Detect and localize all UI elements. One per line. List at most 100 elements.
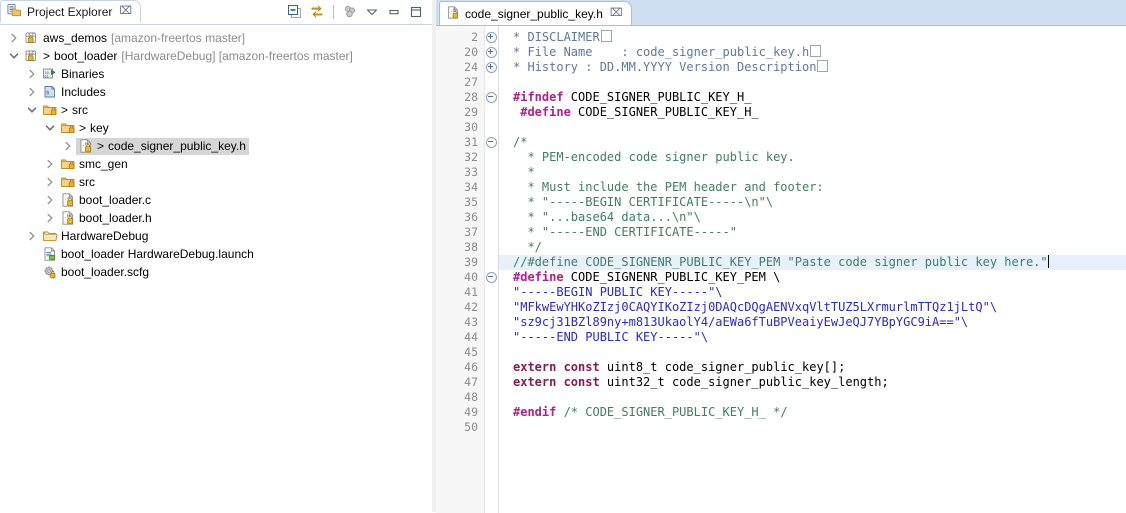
chevron-right-icon[interactable] (6, 30, 22, 46)
tree-row-content[interactable]: .hboot_loader.h (58, 210, 155, 227)
fold-expand-icon[interactable] (486, 32, 497, 43)
tree-row[interactable]: 1001Binaries (0, 65, 432, 83)
code-line[interactable]: * "-----BEGIN CERTIFICATE-----\n"\ (499, 195, 1126, 210)
tree-row-content[interactable]: .cboot_loader.c (58, 192, 154, 209)
minimize-button[interactable] (384, 2, 404, 22)
text-caret (1048, 255, 1049, 268)
chevron-right-icon[interactable] (60, 138, 76, 154)
tree-row[interactable]: boot_loader HardwareDebug.launch (0, 245, 432, 263)
chevron-down-icon[interactable] (24, 102, 40, 118)
code-line[interactable]: #define CODE_SIGNENR_PUBLIC_KEY_PEM \ (499, 270, 1126, 285)
tree-row-content[interactable]: boot_loader HardwareDebug.launch (40, 246, 257, 263)
folding-gutter[interactable] (484, 26, 498, 513)
folded-region-icon[interactable] (817, 60, 828, 72)
code-line[interactable] (499, 345, 1126, 360)
tab-code-signer-public-key-h[interactable]: .h code_signer_public_key.h ⌧ (439, 1, 632, 25)
code-line[interactable]: "-----BEGIN PUBLIC KEY-----"\ (499, 285, 1126, 300)
folded-region-icon[interactable] (810, 45, 821, 57)
chevron-right-icon[interactable] (42, 156, 58, 172)
code-line[interactable]: * DISCLAIMER (499, 30, 1126, 45)
code-line[interactable]: extern const uint8_t code_signer_public_… (499, 360, 1126, 375)
code-line[interactable]: #endif /* CODE_SIGNER_PUBLIC_KEY_H_ */ (499, 405, 1126, 420)
code-line[interactable]: * "...base64 data...\n"\ (499, 210, 1126, 225)
chevron-right-icon[interactable] (42, 174, 58, 190)
code-line[interactable]: * PEM-encoded code signer public key. (499, 150, 1126, 165)
code-line[interactable]: * "-----END CERTIFICATE-----" (499, 225, 1126, 240)
tree-row[interactable]: caws_demos[amazon-freertos master] (0, 29, 432, 47)
tree-row[interactable]: .hboot_loader.h (0, 209, 432, 227)
chevron-right-icon[interactable] (42, 192, 58, 208)
code-line[interactable] (499, 120, 1126, 135)
code-line-current[interactable]: //#define CODE_SIGNENR_PUBLIC_KEY_PEM "P… (499, 255, 1126, 270)
tree-row-content[interactable]: hIncludes (40, 84, 109, 101)
folding-marker-cell[interactable] (485, 30, 498, 45)
code-line[interactable]: #define CODE_SIGNER_PUBLIC_KEY_H_ (499, 105, 1126, 120)
code-line[interactable]: #ifndef CODE_SIGNER_PUBLIC_KEY_H_ (499, 90, 1126, 105)
chevron-right-icon[interactable] (42, 210, 58, 226)
code-line[interactable]: "sz9cj31BZl89ny+m813UkaolY4/aEWa6fTuBPVe… (499, 315, 1126, 330)
tree-row[interactable]: c>boot_loader[HardwareDebug] [amazon-fre… (0, 47, 432, 65)
fold-collapse-icon[interactable] (486, 92, 497, 103)
folding-marker-cell[interactable] (485, 90, 498, 105)
code-text-area[interactable]: * DISCLAIMER* File Name : code_signer_pu… (499, 26, 1126, 513)
code-line[interactable]: /* (499, 135, 1126, 150)
tree-row-content[interactable]: .h>code_signer_public_key.h (76, 138, 249, 155)
code-editor[interactable]: 2202427282930313233343536373839404142434… (436, 26, 1126, 513)
code-line[interactable]: * File Name : code_signer_public_key.h (499, 45, 1126, 60)
code-line[interactable]: */ (499, 240, 1126, 255)
collapse-all-button[interactable] (285, 2, 305, 22)
code-line[interactable]: * History : DD.MM.YYYY Version Descripti… (499, 60, 1126, 75)
tree-row-content[interactable]: >src (40, 102, 91, 119)
chevron-down-icon[interactable] (6, 48, 22, 64)
tree-row[interactable]: HardwareDebug (0, 227, 432, 245)
tree-row-content[interactable]: smc_gen (58, 156, 131, 173)
tree-row[interactable]: hIncludes (0, 83, 432, 101)
line-number: 28 (436, 90, 484, 105)
chevron-down-icon[interactable] (42, 120, 58, 136)
chevron-right-icon[interactable] (24, 66, 40, 82)
tree-row-content[interactable]: HardwareDebug (40, 228, 151, 245)
tree-row[interactable]: .cboot_loader.c (0, 191, 432, 209)
tree-row[interactable]: src (0, 173, 432, 191)
code-line[interactable]: extern const uint32_t code_signer_public… (499, 375, 1126, 390)
maximize-button[interactable] (406, 2, 426, 22)
fold-collapse-icon[interactable] (486, 272, 497, 283)
chevron-right-icon[interactable] (24, 228, 40, 244)
folding-marker-cell[interactable] (485, 60, 498, 75)
code-token-pp: #define (520, 105, 571, 119)
folded-region-icon[interactable] (601, 30, 612, 42)
code-line[interactable] (499, 390, 1126, 405)
tree-row[interactable]: .h>code_signer_public_key.h (0, 137, 432, 155)
code-line[interactable]: * Must include the PEM header and footer… (499, 180, 1126, 195)
tree-row-content[interactable]: 1001Binaries (40, 66, 107, 83)
fold-collapse-icon[interactable] (486, 137, 497, 148)
close-icon[interactable]: ⌧ (119, 6, 132, 17)
folding-marker-cell[interactable] (485, 45, 498, 60)
folding-empty-cell (485, 165, 498, 180)
chevron-right-icon[interactable] (24, 84, 40, 100)
tree-row[interactable]: smc_gen (0, 155, 432, 173)
folding-marker-cell[interactable] (485, 135, 498, 150)
tree-row[interactable]: boot_loader.scfg (0, 263, 432, 281)
tab-project-explorer[interactable]: Project Explorer ⌧ (0, 0, 141, 23)
fold-expand-icon[interactable] (486, 47, 497, 58)
tree-row[interactable]: >src (0, 101, 432, 119)
view-filter-button[interactable] (340, 2, 360, 22)
tree-row-content[interactable]: caws_demos[amazon-freertos master] (22, 30, 248, 47)
code-line[interactable]: "MFkwEwYHKoZIzj0CAQYIKoZIzj0DAQcDQgAENVx… (499, 300, 1126, 315)
fold-expand-icon[interactable] (486, 62, 497, 73)
code-line[interactable]: "-----END PUBLIC KEY-----"\ (499, 330, 1126, 345)
folding-marker-cell[interactable] (485, 270, 498, 285)
code-line[interactable]: * (499, 165, 1126, 180)
view-menu-button[interactable] (362, 2, 382, 22)
close-icon[interactable]: ⌧ (610, 8, 623, 19)
tree-row-content[interactable]: >key (58, 120, 112, 137)
code-line[interactable] (499, 75, 1126, 90)
tree-row-content[interactable]: c>boot_loader[HardwareDebug] [amazon-fre… (22, 48, 356, 65)
tree-row-content[interactable]: boot_loader.scfg (40, 264, 152, 281)
link-with-editor-button[interactable] (307, 2, 327, 22)
tree-row[interactable]: >key (0, 119, 432, 137)
tree-row-content[interactable]: src (58, 174, 98, 191)
code-line[interactable] (499, 420, 1126, 435)
project-tree[interactable]: caws_demos[amazon-freertos master]c>boot… (0, 25, 432, 511)
